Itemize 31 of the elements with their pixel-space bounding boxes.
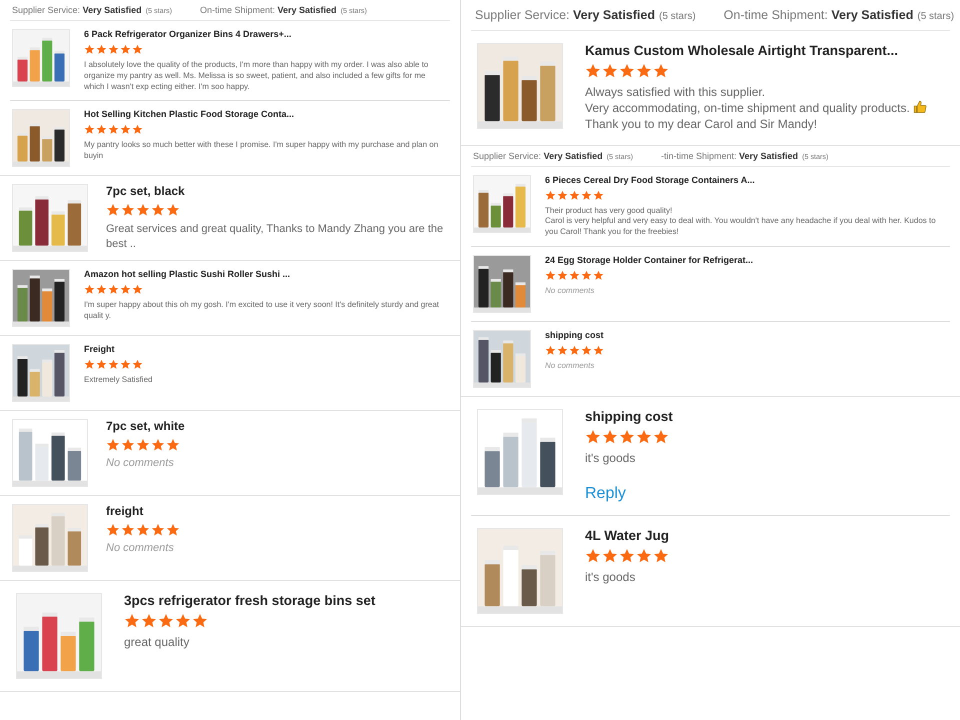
- product-title[interactable]: Amazon hot selling Plastic Sushi Roller Sushi ...: [84, 269, 448, 280]
- review-comment: My pantry looks so much better with these I promise. I'm super happy with my purchase and plan on buyin: [84, 140, 440, 162]
- product-title[interactable]: 7pc set, black: [106, 184, 448, 198]
- review-comment: Extremely Satisfied: [84, 375, 154, 386]
- review-comment: Their product has very good quality! Carol is very helpful and very easy to deal with. You wouldn't have any headache if you deal with her. Kudos to you Carol! Thank you for the freebies!: [545, 206, 937, 238]
- review-comment: it's goods: [585, 569, 636, 586]
- review-comment: I absolutely love the quality of the products, I'm more than happy with my order. I was also able to organize my pantry as well. Ms. Melissa is so sweet, patient, and also included a few gifts for me which I wasn't exp ecting either. I'm soo happy.: [84, 60, 430, 92]
- product-title[interactable]: 4L Water Jug: [585, 528, 944, 544]
- product-title[interactable]: Hot Selling Kitchen Plastic Food Storage Conta...: [84, 109, 448, 120]
- review-comment: great quality: [124, 634, 190, 651]
- product-title[interactable]: 6 Pack Refrigerator Organizer Bins 4 Drawers+...: [84, 29, 448, 39]
- no-comments-label: No comments: [545, 286, 596, 295]
- product-title[interactable]: 7pc set, white: [106, 419, 448, 434]
- review-comment: Great services and great quality, Thanks to Mandy Zhang you are the best ..: [106, 222, 444, 252]
- product-title[interactable]: 6 Pieces Cereal Dry Food Storage Containers A...: [545, 174, 948, 185]
- review-comment: I'm super happy about this oh my gosh. I'm excited to use it very soon! It's definitely sturdy and great qualit y.: [84, 300, 440, 322]
- product-title[interactable]: Kamus Custom Wholesale Airtight Transparent...: [585, 43, 944, 58]
- review-comment: Always satisfied with this supplier. Very accommodating, on-time shipment and quality products. Thank you to my dear Carol and Sir Mandy!: [585, 84, 944, 133]
- product-title[interactable]: freight: [106, 504, 448, 518]
- rating-summary: On-time Shipment: Very Satisfied (5 stars): [724, 8, 954, 22]
- product-title[interactable]: 3pcs refrigerator fresh storage bins set: [124, 593, 444, 608]
- no-comments-label: No comments: [106, 542, 175, 554]
- product-title[interactable]: shipping cost: [545, 330, 948, 340]
- review-comment: it's goods: [585, 450, 636, 466]
- product-title[interactable]: 24 Egg Storage Holder Container for Refrigerat...: [545, 254, 948, 265]
- no-comments-label: No comments: [106, 457, 175, 470]
- reply-link[interactable]: Reply: [585, 485, 626, 504]
- rating-summary: Supplier Service: Very Satisfied (5 stars): [475, 8, 696, 22]
- product-title[interactable]: shipping cost: [585, 408, 944, 424]
- product-title[interactable]: Freight: [84, 344, 448, 354]
- no-comments-label: No comments: [545, 360, 596, 370]
